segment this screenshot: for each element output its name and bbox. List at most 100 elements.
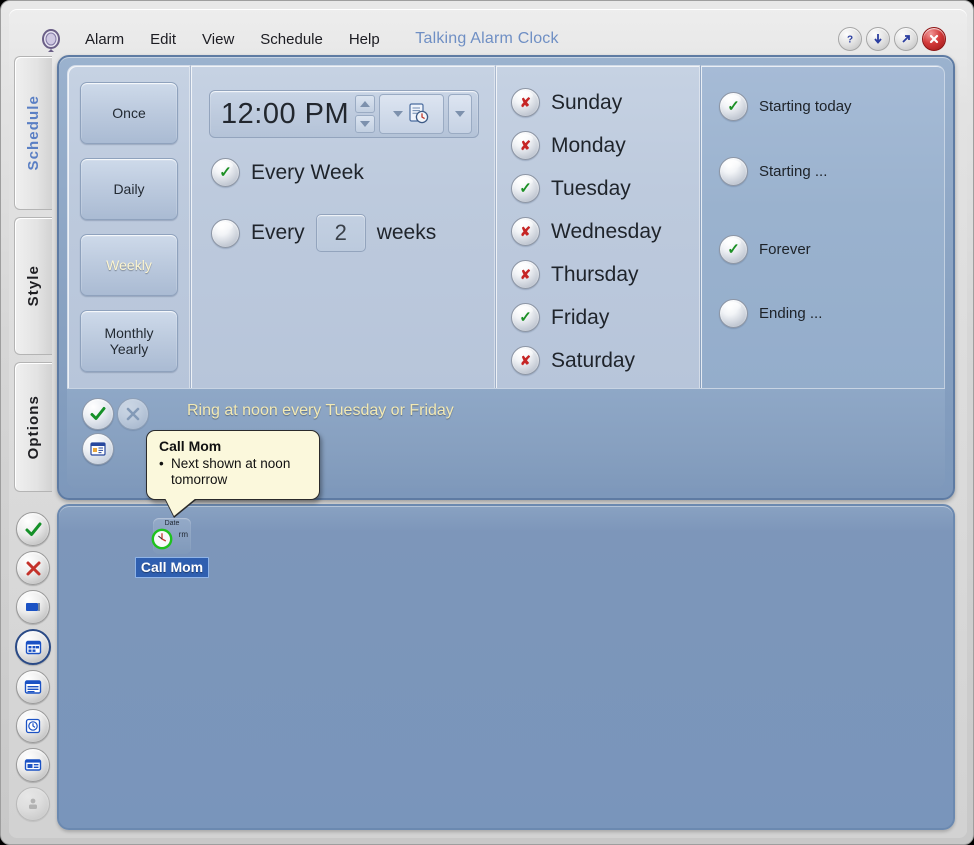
clock-face-icon [151,528,173,555]
calendar-edit-icon [90,442,106,456]
sidebar-item-style[interactable]: Style [14,217,52,355]
time-section: 12:00 PM ✓ Every Week Every 2 weeks [190,65,495,388]
tuesday-orb[interactable]: ✓ [511,174,540,203]
menu-item-view[interactable]: View [189,28,247,51]
green-check-icon: ✓ [727,98,740,115]
minimize-button[interactable] [866,27,890,51]
range-label-starting-today: Starting today [759,98,852,115]
time-picker[interactable]: 12:00 PM [209,90,479,138]
thursday-orb[interactable]: ✘ [511,260,540,289]
starting-today-orb[interactable]: ✓ [719,92,748,121]
list-window-icon [24,680,42,694]
frequency-section: Once Daily Weekly Monthly Yearly [67,65,190,388]
menu-item-schedule[interactable]: Schedule [247,28,336,51]
range-ending-date-radio[interactable]: Ending ... [719,299,822,328]
friday-orb[interactable]: ✓ [511,303,540,332]
red-x-icon: ✘ [520,224,531,239]
alarm-clock-icon [25,718,41,734]
every-n-weeks-prefix: Every [251,221,305,244]
weeks-interval-input[interactable]: 2 [315,214,366,252]
day-checkbox-thursday[interactable]: ✘ Thursday [511,260,639,289]
enable-alarm-button[interactable] [82,398,114,430]
ending-date-orb[interactable] [719,299,748,328]
window-controls: ? [838,27,946,51]
restore-button[interactable] [894,27,918,51]
side-tab-strip: Schedule Style Options [14,56,52,499]
rail-accept-icon[interactable] [16,512,50,546]
day-checkbox-wednesday[interactable]: ✘ Wednesday [511,217,662,246]
time-preset-combo[interactable] [379,94,444,134]
rail-grid-icon[interactable] [15,629,51,665]
rail-delete-icon[interactable] [16,551,50,585]
frequency-daily-button[interactable]: Daily [80,158,178,220]
time-value[interactable]: 12:00 PM [210,98,355,131]
tools-button[interactable] [117,398,149,430]
rail-panel-icon[interactable] [16,748,50,782]
rail-display-icon[interactable] [16,590,50,624]
frequency-once-button[interactable]: Once [80,82,178,144]
every-n-weeks-orb[interactable] [211,218,240,248]
clock-logo-icon [38,27,64,53]
range-forever-radio[interactable]: ✓ Forever [719,235,811,264]
day-label-monday: Monday [551,133,626,157]
day-checkbox-friday[interactable]: ✓ Friday [511,303,609,332]
day-label-friday: Friday [551,305,610,329]
frequency-monthly-yearly-button[interactable]: Monthly Yearly [80,310,178,372]
sidebar-item-label-schedule: Schedule [25,95,42,171]
saturday-orb[interactable]: ✘ [511,346,540,375]
time-extra-dropdown-button[interactable] [448,94,472,134]
date-range-section: ✓ Starting today Starting ... ✓ Forever … [700,65,945,388]
sidebar-item-schedule[interactable]: Schedule [14,56,52,210]
wednesday-orb[interactable]: ✘ [511,217,540,246]
time-spinner[interactable] [355,95,375,133]
menu-item-edit[interactable]: Edit [137,28,189,51]
help-button[interactable]: ? [838,27,862,51]
range-starting-today-radio[interactable]: ✓ Starting today [719,92,852,121]
frequency-weekly-label: Weekly [106,256,152,273]
monday-orb[interactable]: ✘ [511,131,540,160]
sidebar-item-options[interactable]: Options [14,362,52,492]
menu-bar[interactable]: Alarm Edit View Schedule Help [72,28,393,51]
day-checkbox-monday[interactable]: ✘ Monday [511,131,626,160]
question-mark-icon: ? [847,35,853,46]
group-people-icon [29,798,37,809]
time-spin-down-button[interactable] [355,115,375,133]
rail-list-icon[interactable] [16,670,50,704]
svg-text:?: ? [847,35,853,46]
menu-item-help[interactable]: Help [336,28,393,51]
range-label-starting-date: Starting ... [759,163,828,180]
red-x-icon: ✘ [520,95,531,110]
alarm-list-item[interactable]: Date rm Call Mom [122,518,222,578]
frequency-monthly-line1: Monthly [104,324,154,341]
rail-alarm-icon[interactable] [16,709,50,743]
time-spin-up-button[interactable] [355,95,375,113]
schedule-sections: Once Daily Weekly Monthly Yearly 12:00 P… [67,65,945,388]
green-check-icon: ✓ [519,180,532,197]
day-checkbox-sunday[interactable]: ✘ Sunday [511,88,622,117]
close-button[interactable] [922,27,946,51]
green-check-icon [25,522,41,536]
every-n-weeks-radio[interactable]: Every 2 weeks [211,214,436,252]
every-week-radio[interactable]: ✓ Every Week [211,158,364,187]
schedule-summary-text: Ring at noon every Tuesday or Friday [187,402,454,419]
day-checkbox-tuesday[interactable]: ✓ Tuesday [511,174,631,203]
tooltip-bullet: Next shown at noon tomorrow [159,456,309,489]
frequency-weekly-button[interactable]: Weekly [80,234,178,296]
edit-schedule-button[interactable] [82,433,114,465]
starting-date-orb[interactable] [719,157,748,186]
day-checkbox-saturday[interactable]: ✘ Saturday [511,346,635,375]
icon-rail [14,512,52,821]
red-x-icon: ✘ [520,353,531,368]
range-label-forever: Forever [759,241,811,258]
every-week-orb[interactable]: ✓ [211,158,240,187]
rail-group-icon[interactable] [16,787,50,821]
document-clock-icon [408,103,428,124]
red-x-icon: ✘ [520,267,531,282]
menu-item-alarm[interactable]: Alarm [72,28,137,51]
sunday-orb[interactable]: ✘ [511,88,540,117]
range-starting-date-radio[interactable]: Starting ... [719,157,827,186]
alarm-list-panel[interactable]: Date rm Call Mom [57,504,955,830]
forever-orb[interactable]: ✓ [719,235,748,264]
arrow-up-right-icon [902,35,910,43]
red-x-icon: ✘ [520,138,531,153]
